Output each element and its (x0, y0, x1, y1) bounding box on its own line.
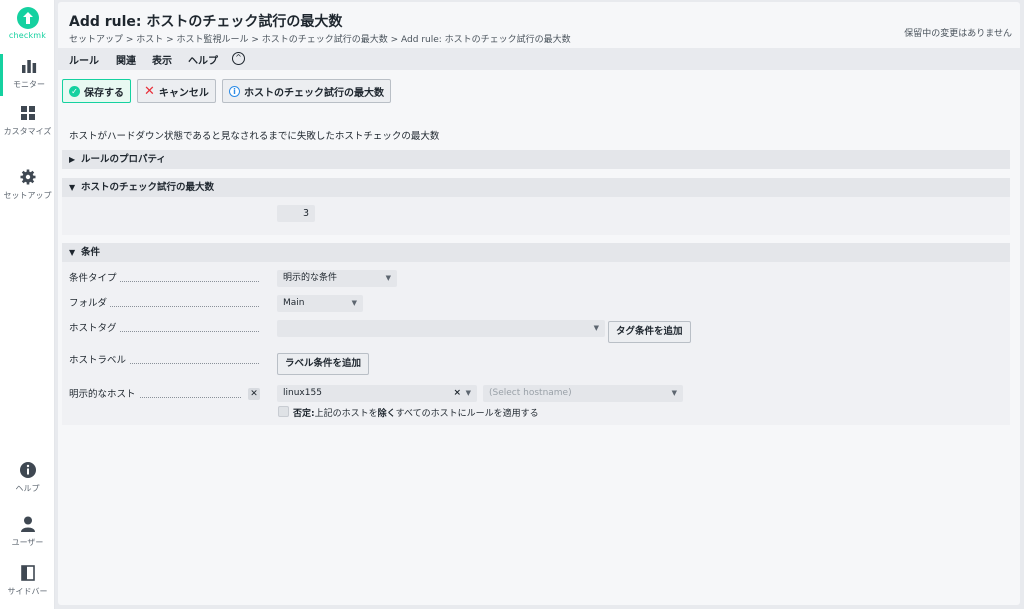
sidebar: checkmk モニター カスタマイズ セットアップ ヘルプ ユーザー サイドバ… (0, 0, 55, 609)
nav-setup-label: セットアップ (3, 191, 52, 200)
section-conditions[interactable]: ▼ 条件 (62, 243, 1010, 262)
info-icon (19, 462, 36, 478)
nav-setup[interactable]: セットアップ (0, 168, 55, 201)
check-icon: ✓ (69, 85, 80, 97)
gear-icon (20, 169, 35, 185)
clear-host-icon[interactable]: × (453, 385, 461, 402)
page-title: Add rule: ホストのチェック試行の最大数 (69, 14, 343, 30)
host-tag-select[interactable]: ▼ (277, 320, 605, 337)
nav-sidebar-label: サイドバー (7, 587, 48, 596)
checkmk-logo[interactable]: checkmk (0, 4, 55, 46)
chevron-down-icon: ▼ (465, 389, 471, 397)
ruleset-label: ホストのチェック試行の最大数 (244, 87, 384, 99)
info-circle-icon: i (229, 85, 240, 97)
chevron-down-icon: ▼ (351, 299, 357, 307)
triangle-right-icon: ▶ (69, 155, 76, 164)
condition-type-value: 明示的な条件 (283, 273, 338, 283)
chevron-down-icon: ▼ (593, 324, 599, 332)
negate-text-1: 上記のホストを (314, 409, 378, 419)
main-panel: Add rule: ホストのチェック試行の最大数 セットアップ > ホスト > … (58, 2, 1020, 605)
triangle-down-icon: ▼ (69, 248, 76, 257)
user-icon (20, 516, 35, 532)
hostname-placeholder: (Select hostname) (489, 388, 572, 398)
section-value[interactable]: ▼ ホストのチェック試行の最大数 (62, 178, 1010, 197)
rule-description: ホストがハードダウン状態であると見なされるまでに失敗したホストチェックの最大数 (69, 131, 440, 142)
condition-type-label: 条件タイプ (69, 270, 120, 284)
explicit-host-select[interactable]: linux155 × ▼ (277, 385, 477, 402)
chevron-down-icon: ▼ (385, 274, 391, 282)
add-tag-condition-button[interactable]: タグ条件を追加 (608, 321, 691, 343)
menu-help[interactable]: ヘルプ (188, 52, 218, 67)
negate-prefix: 否定: (293, 409, 315, 419)
remove-explicit-hosts-icon[interactable]: ✕ (248, 388, 260, 400)
breadcrumb[interactable]: セットアップ > ホスト > ホスト監視ルール > ホストのチェック試行の最大数… (69, 32, 571, 45)
logo-text: checkmk (8, 31, 47, 40)
condition-type-select[interactable]: 明示的な条件 ▼ (277, 270, 397, 287)
hostname-select[interactable]: (Select hostname) ▼ (483, 385, 683, 402)
triangle-down-icon: ▼ (69, 183, 76, 192)
negate-bold: 除く (377, 409, 396, 419)
host-label-label: ホストラベル (69, 352, 130, 366)
cancel-x-icon: ✕ (144, 83, 155, 99)
chevron-down-icon: ▼ (671, 389, 677, 397)
save-button[interactable]: ✓ 保存する (62, 79, 131, 103)
max-attempts-input[interactable]: 3 (277, 205, 315, 222)
section-rule-properties[interactable]: ▶ ルールのプロパティ (62, 150, 1010, 169)
nav-customize[interactable]: カスタマイズ (0, 104, 55, 137)
sidebar-toggle-icon (20, 565, 35, 581)
host-tag-label: ホストタグ (69, 320, 120, 334)
section-value-title: ホストのチェック試行の最大数 (81, 182, 215, 193)
explicit-host-value: linux155 (283, 388, 322, 398)
negate-checkbox[interactable] (278, 406, 289, 417)
section-properties-title: ルールのプロパティ (81, 154, 166, 165)
checkmk-logo-icon (16, 7, 39, 29)
section-value-body (62, 197, 1010, 235)
folder-value: Main (283, 298, 305, 308)
nav-user-label: ユーザー (11, 538, 44, 547)
menu-display[interactable]: 表示 (152, 52, 172, 67)
section-conditions-title: 条件 (81, 247, 101, 258)
cancel-label: キャンセル (158, 87, 209, 99)
negate-text-2: すべてのホストにルールを適用する (395, 409, 539, 419)
pending-changes[interactable]: 保留中の変更はありません (904, 26, 1012, 39)
nav-help-label: ヘルプ (15, 484, 40, 493)
folder-label: フォルダ (69, 295, 111, 309)
nav-monitor[interactable]: モニター (0, 54, 55, 96)
explicit-hosts-label: 明示的なホスト (69, 386, 139, 400)
grid-icon (20, 106, 35, 120)
negate-label: 否定:上記のホストを除くすべてのホストにルールを適用する (293, 406, 539, 419)
nav-customize-label: カスタマイズ (3, 127, 52, 136)
save-label: 保存する (84, 87, 124, 99)
nav-monitor-label: モニター (13, 80, 45, 89)
add-label-condition-button[interactable]: ラベル条件を追加 (277, 353, 370, 375)
nav-user[interactable]: ユーザー (0, 515, 55, 548)
nav-help[interactable]: ヘルプ (0, 461, 55, 494)
menu-related[interactable]: 関連 (116, 52, 136, 67)
ruleset-button[interactable]: i ホストのチェック試行の最大数 (222, 79, 391, 103)
menu-bar: ルール 関連 表示 ヘルプ ^ (58, 48, 1020, 70)
folder-select[interactable]: Main ▼ (277, 295, 363, 312)
bar-chart-icon (22, 60, 37, 73)
nav-sidebar-toggle[interactable]: サイドバー (0, 564, 55, 597)
collapse-menu-icon[interactable]: ^ (232, 52, 245, 65)
cancel-button[interactable]: ✕ キャンセル (137, 79, 216, 103)
menu-rules[interactable]: ルール (69, 52, 99, 67)
